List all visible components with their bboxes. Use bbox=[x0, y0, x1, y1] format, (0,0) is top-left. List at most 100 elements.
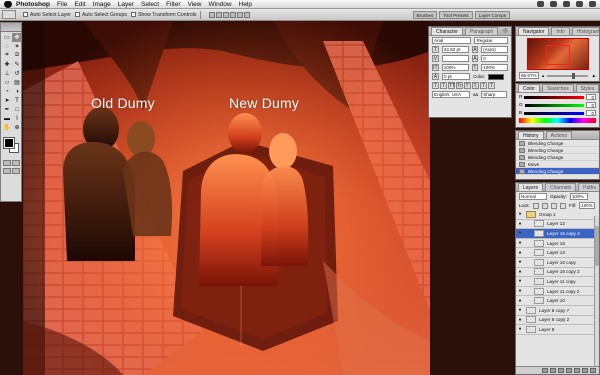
menu-view[interactable]: View bbox=[188, 1, 202, 8]
baseline-shift-field[interactable]: 0 pt bbox=[442, 73, 470, 80]
clock-icon[interactable] bbox=[576, 1, 583, 7]
tab-styles[interactable]: Styles bbox=[575, 84, 599, 92]
layer-row[interactable]: ● Layer 8 copy 7 bbox=[516, 306, 599, 316]
opacity-field[interactable]: 100% bbox=[569, 193, 588, 200]
visibility-eye-icon[interactable]: ● bbox=[516, 278, 524, 284]
menu-help[interactable]: Help bbox=[239, 1, 252, 8]
color-spectrum-ramp[interactable] bbox=[519, 118, 596, 123]
adjustment-layer-icon[interactable] bbox=[566, 368, 572, 373]
move-tool-icon[interactable]: ✥ bbox=[12, 33, 22, 42]
kerning-field[interactable] bbox=[441, 55, 469, 62]
eraser-tool-icon[interactable]: ▱ bbox=[2, 78, 12, 87]
align-top-button[interactable] bbox=[209, 11, 216, 18]
type-tool-icon[interactable]: T bbox=[12, 96, 22, 105]
spotlight-icon[interactable] bbox=[589, 1, 596, 7]
tab-histogram[interactable]: Histogram bbox=[571, 27, 599, 35]
history-item[interactable]: Blending Change bbox=[516, 154, 599, 161]
document-canvas[interactable]: Old Dumy New Dumy bbox=[23, 21, 430, 375]
zoom-tool-icon[interactable]: ⊕ bbox=[12, 123, 22, 132]
green-value-field[interactable]: 0 bbox=[586, 102, 596, 108]
layer-row[interactable]: ● Layer 16 copy bbox=[516, 258, 599, 268]
standard-mode-button[interactable] bbox=[3, 160, 11, 166]
auto-select-layer-option[interactable]: Auto Select Layer bbox=[19, 12, 71, 18]
tab-history[interactable]: History bbox=[518, 131, 544, 139]
menu-window[interactable]: Window bbox=[209, 1, 232, 8]
zoom-in-icon[interactable]: ▲ bbox=[591, 73, 596, 78]
pen-tool-icon[interactable]: ✒ bbox=[2, 105, 12, 114]
layer-row[interactable]: ● Layer 11 copy bbox=[516, 277, 599, 287]
apple-menu-icon[interactable] bbox=[4, 0, 12, 8]
lock-all-icon[interactable] bbox=[559, 202, 566, 209]
link-layers-icon[interactable] bbox=[542, 368, 548, 373]
align-middle-button[interactable] bbox=[216, 11, 223, 18]
align-left-button[interactable] bbox=[230, 11, 237, 18]
all-caps-button[interactable]: TT bbox=[448, 82, 455, 89]
healing-brush-tool-icon[interactable]: ✚ bbox=[2, 60, 12, 69]
language-select[interactable]: English: USA bbox=[432, 91, 470, 98]
tab-character[interactable]: Character bbox=[431, 27, 463, 35]
layer-row[interactable]: ● Layer 12 bbox=[516, 220, 599, 230]
lasso-tool-icon[interactable]: ◌ bbox=[2, 42, 12, 51]
screen-mode-full-button[interactable] bbox=[12, 168, 20, 174]
layer-row-selected[interactable]: ● Layer 16 copy 3 bbox=[516, 229, 599, 239]
volume-icon[interactable] bbox=[550, 1, 557, 7]
magic-wand-tool-icon[interactable]: ✶ bbox=[12, 42, 22, 51]
navigator-thumbnail[interactable] bbox=[526, 38, 589, 70]
gradient-tool-icon[interactable]: ▤ bbox=[12, 78, 22, 87]
faux-bold-button[interactable]: T bbox=[432, 82, 439, 89]
auto-select-groups-checkbox[interactable] bbox=[74, 12, 80, 17]
visibility-eye-icon[interactable]: ● bbox=[516, 259, 524, 265]
layer-row[interactable]: ● Layer 13 bbox=[516, 248, 599, 258]
small-caps-button[interactable]: Tr bbox=[456, 82, 463, 89]
zoom-slider[interactable] bbox=[547, 72, 589, 79]
visibility-eye-icon[interactable]: ● bbox=[516, 240, 524, 246]
layers-scrollbar[interactable] bbox=[594, 216, 599, 366]
layer-row[interactable]: ● Layer 8 copy 2 bbox=[516, 316, 599, 326]
slice-tool-icon[interactable]: ⧄ bbox=[12, 51, 22, 60]
tab-swatches[interactable]: Swatches bbox=[541, 84, 574, 92]
toolbox-header[interactable] bbox=[1, 23, 21, 32]
red-slider[interactable] bbox=[524, 95, 584, 99]
path-selection-tool-icon[interactable]: ➤ bbox=[2, 96, 12, 105]
blur-tool-icon[interactable]: ◔ bbox=[2, 87, 12, 96]
history-item[interactable]: Move bbox=[516, 161, 599, 168]
align-bottom-button[interactable] bbox=[223, 11, 230, 18]
menu-edit[interactable]: Edit bbox=[74, 1, 85, 8]
align-right-button[interactable] bbox=[244, 11, 251, 18]
faux-italic-button[interactable]: T bbox=[440, 82, 447, 89]
layer-style-icon[interactable] bbox=[550, 368, 556, 373]
fill-field[interactable]: 100% bbox=[579, 202, 596, 209]
visibility-eye-icon[interactable]: ● bbox=[516, 230, 524, 236]
new-group-icon[interactable] bbox=[574, 368, 580, 373]
marquee-tool-icon[interactable]: ▭ bbox=[2, 33, 12, 42]
auto-select-layer-checkbox[interactable] bbox=[23, 12, 28, 17]
tab-color[interactable]: Color bbox=[518, 84, 540, 92]
layers-scrollbar-thumb[interactable] bbox=[595, 226, 599, 266]
auto-select-groups-option[interactable]: Auto Select Groups bbox=[71, 12, 127, 18]
superscript-button[interactable]: T' bbox=[464, 82, 471, 89]
tracking-field[interactable]: 0 bbox=[481, 55, 508, 62]
history-item[interactable]: Blending Change bbox=[516, 140, 599, 147]
eyedropper-tool-icon[interactable]: ⌇ bbox=[12, 114, 22, 123]
underline-button[interactable]: T bbox=[480, 82, 487, 89]
well-tool-presets-tab[interactable]: Tool Presets bbox=[439, 10, 473, 19]
strikethrough-button[interactable]: T bbox=[488, 82, 495, 89]
new-layer-icon[interactable] bbox=[582, 368, 588, 373]
leading-field[interactable]: (Auto) bbox=[481, 46, 508, 53]
menu-app[interactable]: Photoshop bbox=[16, 1, 50, 8]
show-transform-option[interactable]: Show Transform Controls bbox=[127, 12, 196, 18]
menu-filter[interactable]: Filter bbox=[166, 1, 180, 8]
blue-slider[interactable] bbox=[524, 111, 584, 115]
tab-channels[interactable]: Channels bbox=[545, 183, 577, 191]
visibility-eye-icon[interactable]: ● bbox=[516, 326, 524, 332]
font-size-field[interactable]: 43.82 pt bbox=[441, 46, 469, 53]
visibility-eye-icon[interactable]: ● bbox=[516, 269, 524, 275]
visibility-eye-icon[interactable]: ● bbox=[516, 317, 524, 323]
battery-icon[interactable] bbox=[563, 1, 570, 7]
visibility-eye-icon[interactable]: ● bbox=[516, 288, 524, 294]
tab-navigator[interactable]: Navigator bbox=[518, 27, 550, 35]
show-transform-checkbox[interactable] bbox=[130, 12, 136, 17]
visibility-eye-icon[interactable]: ● bbox=[516, 298, 524, 304]
well-brushes-tab[interactable]: Brushes bbox=[412, 10, 438, 19]
layer-mask-icon[interactable] bbox=[558, 368, 564, 373]
